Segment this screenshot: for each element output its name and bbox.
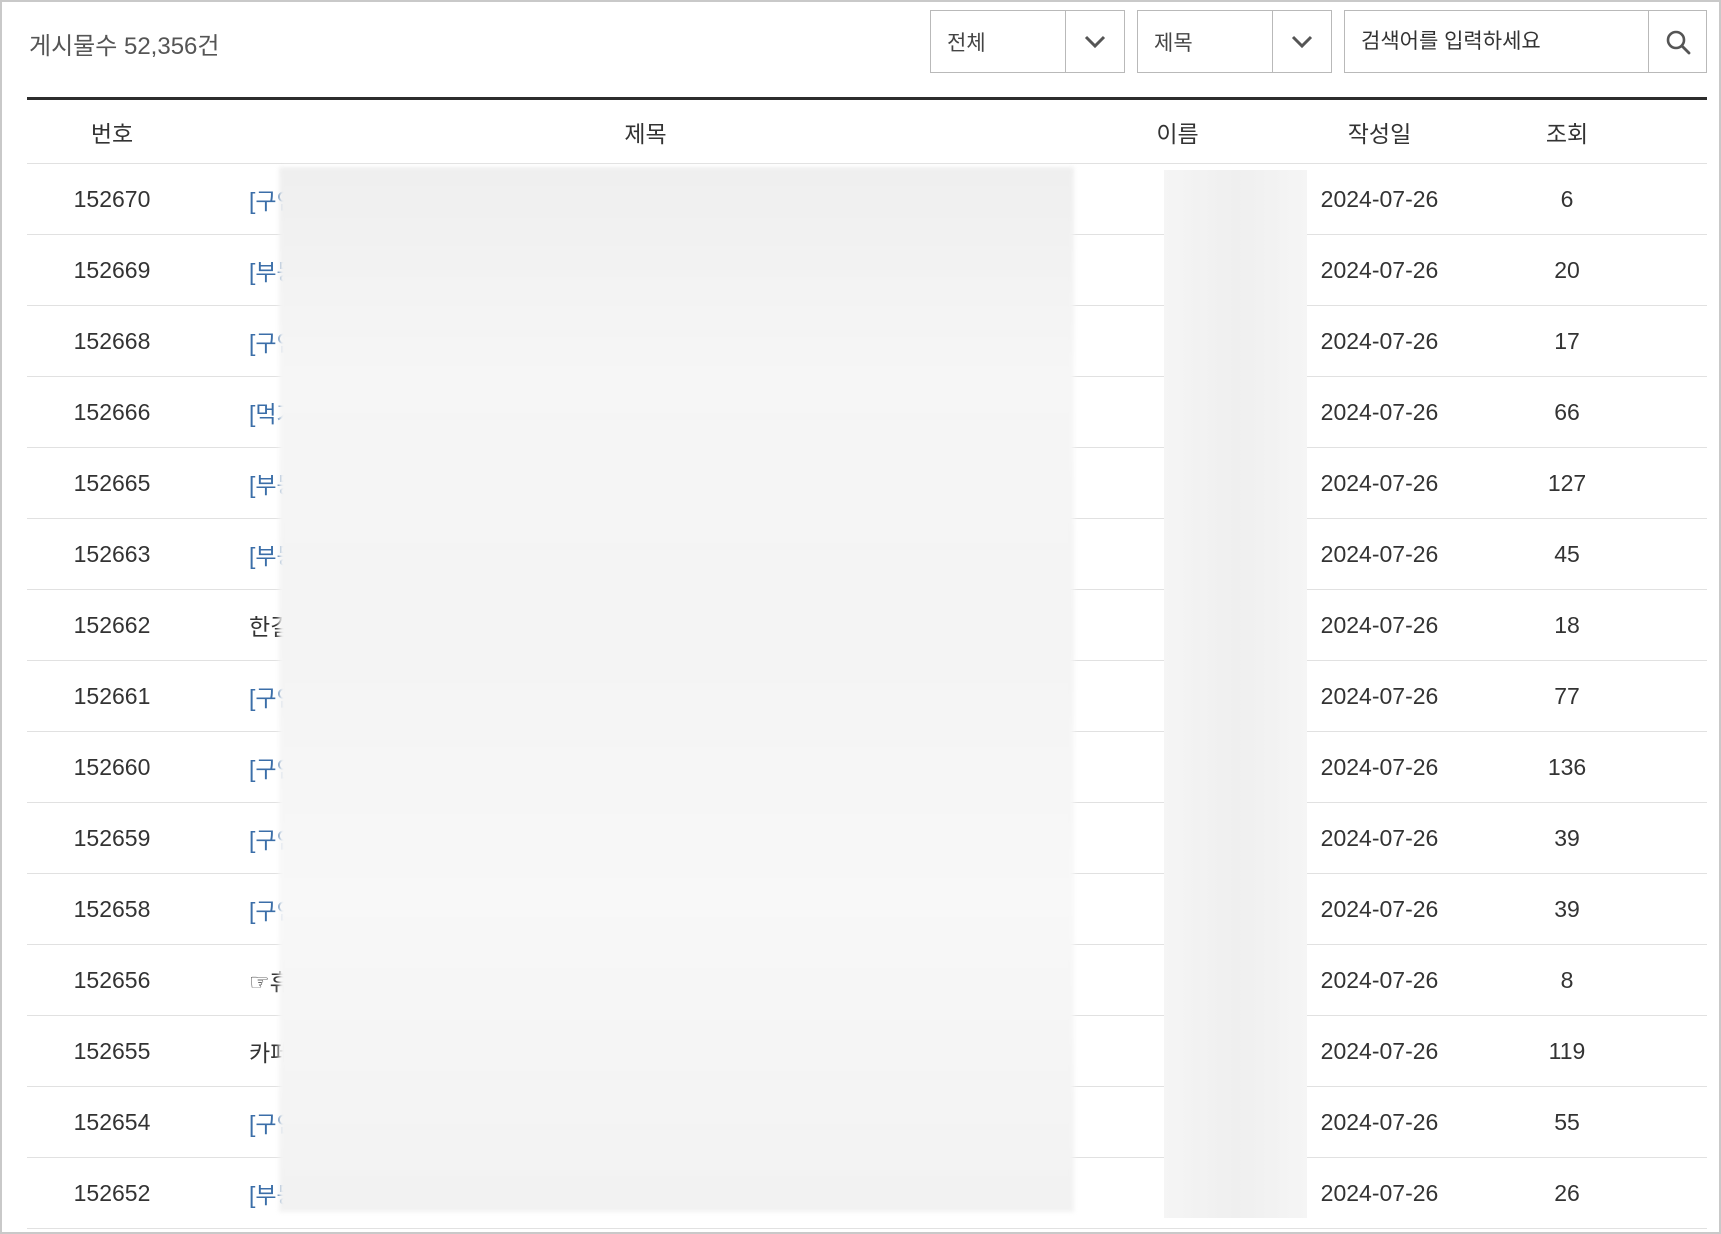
post-views: 66 (1554, 398, 1580, 425)
search-input[interactable] (1345, 11, 1648, 72)
chevron-down-icon[interactable] (1272, 11, 1331, 72)
post-views: 6 (1560, 185, 1574, 212)
post-number: 152661 (73, 682, 151, 709)
header-name: 이름 (1156, 120, 1199, 147)
search-field-select[interactable]: 제목 (1137, 10, 1332, 73)
table-header: 번호 제목 이름 작성일 조회 (27, 100, 1707, 164)
header-title: 제목 (624, 120, 667, 147)
post-number: 152659 (73, 824, 151, 851)
post-number: 152665 (73, 469, 151, 496)
header-date: 작성일 (1347, 120, 1412, 147)
post-views: 119 (1548, 1037, 1586, 1064)
header-no: 번호 (90, 120, 134, 147)
category-select-value: 전체 (947, 31, 986, 55)
board-container: 게시물수 52,356건 전체 제목 검색어를 입력하세요 번호 제목 이름 작… (0, 0, 1721, 1234)
post-views: 18 (1554, 611, 1580, 638)
post-views: 39 (1554, 895, 1580, 922)
post-number: 152662 (73, 611, 151, 638)
post-number: 152652 (73, 1179, 151, 1206)
search-icon[interactable] (1648, 11, 1706, 72)
search-field-select-value: 제목 (1154, 31, 1193, 55)
post-number: 152668 (73, 327, 151, 354)
post-views: 17 (1554, 327, 1580, 354)
blurred-title-region (279, 167, 1074, 1212)
category-select[interactable]: 전체 (930, 10, 1125, 73)
post-views: 8 (1560, 966, 1574, 993)
post-views: 45 (1554, 540, 1580, 567)
post-views: 136 (1547, 753, 1587, 780)
post-number: 152669 (73, 256, 151, 283)
header-views: 조회 (1545, 120, 1589, 147)
post-count: 게시물수 52,356건 (29, 33, 220, 60)
post-views: 20 (1554, 256, 1580, 283)
post-views: 77 (1554, 682, 1580, 709)
post-number: 152654 (73, 1108, 151, 1135)
post-views: 127 (1547, 469, 1587, 496)
post-number: 152658 (73, 895, 151, 922)
post-number: 152656 (73, 966, 151, 993)
post-views: 39 (1554, 824, 1580, 851)
post-views: 26 (1554, 1179, 1580, 1206)
search-box (1344, 10, 1707, 73)
search-area: 전체 제목 (930, 10, 1707, 73)
blurred-name-region (1164, 170, 1307, 1218)
post-number: 152660 (73, 753, 151, 780)
post-number: 152670 (73, 185, 151, 212)
post-number: 152663 (73, 540, 151, 567)
chevron-down-icon[interactable] (1065, 11, 1124, 72)
post-views: 55 (1554, 1108, 1580, 1135)
board-toolbar: 게시물수 52,356건 전체 제목 (27, 2, 1707, 97)
post-number: 152666 (73, 398, 151, 425)
post-number: 152655 (73, 1037, 151, 1064)
